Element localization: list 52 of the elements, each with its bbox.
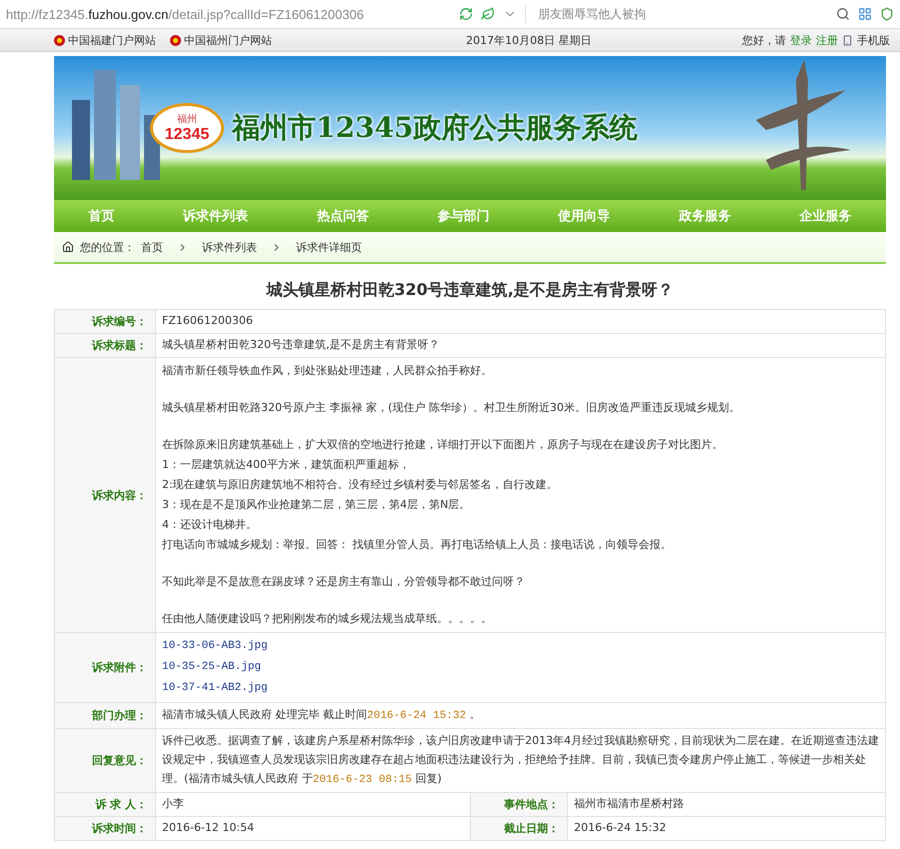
address-bar-url[interactable]: http://fz12345.fuzhou.gov.cn/detail.jsp?callId=FZ16061200306 (6, 6, 451, 22)
field-label: 回复意见： (55, 729, 156, 792)
content-line: 3：现在是不是顶风作业抢建第二层，第三层，第4层，第N层。 (162, 497, 472, 513)
login-link[interactable]: 登录 (790, 32, 812, 48)
shield-icon[interactable] (880, 7, 894, 21)
breadcrumb-link[interactable]: 诉求件详细页 (296, 240, 362, 254)
content-line: 城头镇星桥村田乾路320号原户主 李振禄 家，(现住户 陈华珍）。村卫生所附近30米。旧房改造严重违反现城乡规划。 (162, 400, 741, 416)
content-line: 在拆除原来旧房建筑基础上，扩大双倍的空地进行抢建，详细打开以下面图片，原房子与现在在建设房子对比图片。 (162, 437, 724, 453)
field-text: 福清市城头镇人民政府 处理完毕 截止时间2016-6-24 15:32 。 (161, 707, 482, 724)
content-line: 不知此举是不是故意在踢皮球？还是房主有靠山，分管领导都不敢过问呀？ (162, 574, 526, 590)
field-label: 诉求编号： (55, 310, 156, 333)
search-icon[interactable] (836, 7, 850, 21)
breadcrumb-label: 您的位置： (80, 240, 135, 254)
field-label: 诉求内容： (55, 358, 156, 632)
field-label: 诉求时间： (55, 817, 156, 840)
attachment-link[interactable]: 10-33-06-AB3.jpg (162, 636, 268, 657)
field-text: 诉件已收悉。据调查了解，该建房户系星桥村陈华珍，该户旧房改建申请于2013年4月经过我镇勘察研究，目前现状为二层在建。在近期巡查违法建设规定中，我镇巡查人员发现该宗旧房改建存在超占地面积违法建设行为，拒绝给予挂牌。目前，我镇已责令建房户停止施工，等候进一步相关处理。(福清市城头镇人民政府 于2016-6-23 08:15 回复) (161, 733, 880, 788)
page-title: 城头镇星桥村田乾320号违章建筑,是不是房主有背景呀？ (265, 279, 675, 301)
content-line: 1：一层建筑就达400平方米，建筑面积严重超标， (162, 457, 411, 473)
field-value: 福州市福清市星桥村路 (573, 796, 685, 812)
greeting-text: 您好，请 (742, 32, 786, 48)
field-value: FZ16061200306 (161, 313, 254, 329)
portal-link[interactable]: 中国福州门户网站 (170, 32, 272, 48)
field-value: 2016-6-24 15:32 (573, 820, 668, 836)
field-label: 部门办理： (55, 703, 156, 728)
breadcrumb-link[interactable]: 首页 (141, 240, 163, 254)
leaf-icon[interactable] (481, 7, 495, 21)
refresh-icon[interactable] (459, 7, 473, 21)
portal-link[interactable]: 中国福建门户网站 (54, 32, 156, 48)
apps-icon[interactable] (858, 7, 872, 21)
site-title: 福州市12345政府公共服务系统 (232, 110, 638, 146)
attachment-link[interactable]: 10-37-41-AB2.jpg (162, 678, 268, 699)
field-label: 诉求标题： (55, 334, 156, 357)
field-label: 诉 求 人： (55, 793, 156, 816)
site-logo[interactable]: 福州 12345 (150, 103, 224, 153)
content-line: 2:现在建筑与原旧房建筑地不相符合。没有经过乡镇村委与邻居签名，自行改建。 (162, 477, 559, 493)
field-label: 截止日期： (471, 817, 568, 840)
content-line: 4：还设计电梯井。 (162, 517, 258, 533)
breadcrumb-link[interactable]: 诉求件列表 (202, 240, 257, 254)
content-line: 打电话向市城城乡规划：举报。回答： 找镇里分管人员。再打电话给镇上人员：接电话说，向领导会报。 (162, 537, 672, 553)
field-value: 城头镇星桥村田乾320号违章建筑,是不是房主有背景呀？ (161, 337, 440, 353)
content-line: 福清市新任领导铁血作风，到处张贴处理违建，人民群众拍手称好。 (162, 363, 493, 379)
search-field[interactable]: 朋友圈辱骂他人被拘 (525, 6, 828, 22)
phone-icon (842, 34, 853, 46)
field-label: 事件地点： (471, 793, 568, 816)
content-line: 任由他人随便建设吗？把刚刚发布的城乡规法规当成草纸。。。。。 (162, 611, 493, 627)
register-link[interactable]: 注册 (816, 32, 838, 48)
attachment-link[interactable]: 10-35-25-AB.jpg (162, 657, 262, 678)
field-label: 诉求附件： (55, 633, 156, 702)
date-text: 2017年10月08日 星期日 (466, 32, 592, 48)
mobile-link[interactable]: 手机版 (857, 32, 890, 48)
home-icon (62, 241, 74, 253)
